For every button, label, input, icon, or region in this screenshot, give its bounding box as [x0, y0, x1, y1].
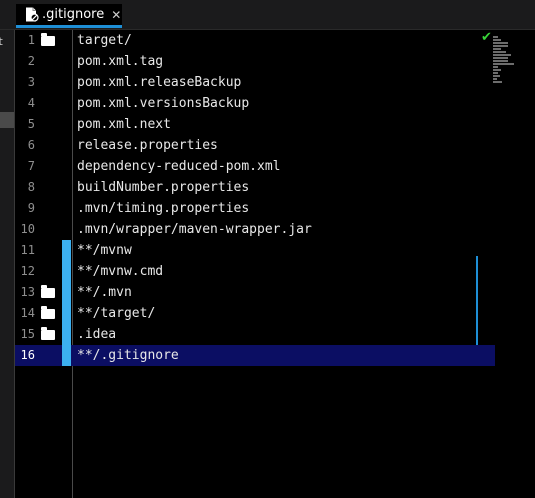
minimap-line: [493, 54, 511, 56]
project-panel-selection: [0, 112, 14, 128]
line-number: 9: [27, 201, 35, 215]
folder-icon[interactable]: [41, 327, 55, 340]
code-line[interactable]: 8 buildNumber.properties: [15, 177, 495, 198]
project-panel-strip[interactable]: est: [0, 30, 15, 498]
change-marker: [62, 261, 71, 282]
folder-icon[interactable]: [41, 306, 55, 319]
change-marker: [62, 345, 71, 366]
code-text[interactable]: **/mvnw.cmd: [77, 261, 163, 282]
line-number: 10: [20, 222, 35, 236]
minimap[interactable]: [493, 36, 519, 83]
line-number: 13: [20, 285, 35, 299]
code-text[interactable]: pom.xml.next: [77, 114, 171, 135]
line-number: 3: [27, 75, 35, 89]
code-text[interactable]: .idea: [77, 324, 116, 345]
tab-gitignore[interactable]: .gitignore ✕: [16, 4, 122, 28]
line-number: 1: [27, 33, 35, 47]
code-line[interactable]: 7 dependency-reduced-pom.xml: [15, 156, 495, 177]
code-text[interactable]: pom.xml.tag: [77, 51, 163, 72]
code-text[interactable]: buildNumber.properties: [77, 177, 249, 198]
code-text[interactable]: .mvn/wrapper/maven-wrapper.jar: [77, 219, 312, 240]
minimap-line: [493, 60, 508, 62]
line-number: 8: [27, 180, 35, 194]
code-line[interactable]: 13 **/.mvn: [15, 282, 495, 303]
code-line[interactable]: 1 target/: [15, 30, 495, 51]
code-text[interactable]: target/: [77, 30, 132, 51]
line-number: 6: [27, 138, 35, 152]
code-text[interactable]: pom.xml.versionsBackup: [77, 93, 249, 114]
code-text[interactable]: **/.gitignore: [77, 345, 179, 366]
code-text[interactable]: .mvn/timing.properties: [77, 198, 249, 219]
project-panel-label: est: [0, 35, 3, 48]
change-marker: [62, 240, 71, 261]
code-line[interactable]: 15 .idea: [15, 324, 495, 345]
line-number: 5: [27, 117, 35, 131]
close-icon[interactable]: ✕: [111, 9, 121, 21]
line-number: 15: [20, 327, 35, 341]
folder-icon[interactable]: [41, 285, 55, 298]
change-marker: [62, 303, 71, 324]
code-line[interactable]: 5 pom.xml.next: [15, 114, 495, 135]
code-line[interactable]: 11 **/mvnw: [15, 240, 495, 261]
minimap-line: [493, 45, 508, 47]
code-text[interactable]: release.properties: [77, 135, 218, 156]
tab-bar: .gitignore ✕: [0, 0, 535, 30]
gitignore-file-icon: [26, 7, 39, 22]
minimap-line: [493, 63, 514, 65]
code-line[interactable]: 9 .mvn/timing.properties: [15, 198, 495, 219]
code-line[interactable]: 3 pom.xml.releaseBackup: [15, 72, 495, 93]
minimap-line: [493, 42, 508, 44]
line-number: 11: [20, 243, 35, 257]
code-text[interactable]: **/mvnw: [77, 240, 132, 261]
code-line[interactable]: 16 **/.gitignore: [15, 345, 495, 366]
folder-icon[interactable]: [41, 33, 55, 46]
code-text[interactable]: **/.mvn: [77, 282, 132, 303]
code-editor[interactable]: ✔ 1 target/2 pom.xml.tag 3 pom.xml.releaseBa…: [15, 30, 535, 498]
code-line[interactable]: 14 **/target/: [15, 303, 495, 324]
code-line[interactable]: 6 release.properties: [15, 135, 495, 156]
line-number: 14: [20, 306, 35, 320]
code-text[interactable]: pom.xml.releaseBackup: [77, 72, 241, 93]
line-number: 4: [27, 96, 35, 110]
code-text[interactable]: dependency-reduced-pom.xml: [77, 156, 281, 177]
line-number: 12: [20, 264, 35, 278]
code-line[interactable]: 4 pom.xml.versionsBackup: [15, 93, 495, 114]
code-line[interactable]: 2 pom.xml.tag: [15, 51, 495, 72]
line-number: 2: [27, 54, 35, 68]
line-number: 16: [20, 348, 35, 362]
tab-filename: .gitignore: [42, 7, 105, 22]
line-number: 7: [27, 159, 35, 173]
code-text[interactable]: **/target/: [77, 303, 155, 324]
code-line[interactable]: 12 **/mvnw.cmd: [15, 261, 495, 282]
change-marker: [62, 324, 71, 345]
code-line[interactable]: 10 .mvn/wrapper/maven-wrapper.jar: [15, 219, 495, 240]
change-marker: [62, 282, 71, 303]
editor-window: .gitignore ✕ est ✔ 1target/2pom.xml.tag3…: [0, 0, 535, 498]
minimap-line: [493, 57, 508, 59]
